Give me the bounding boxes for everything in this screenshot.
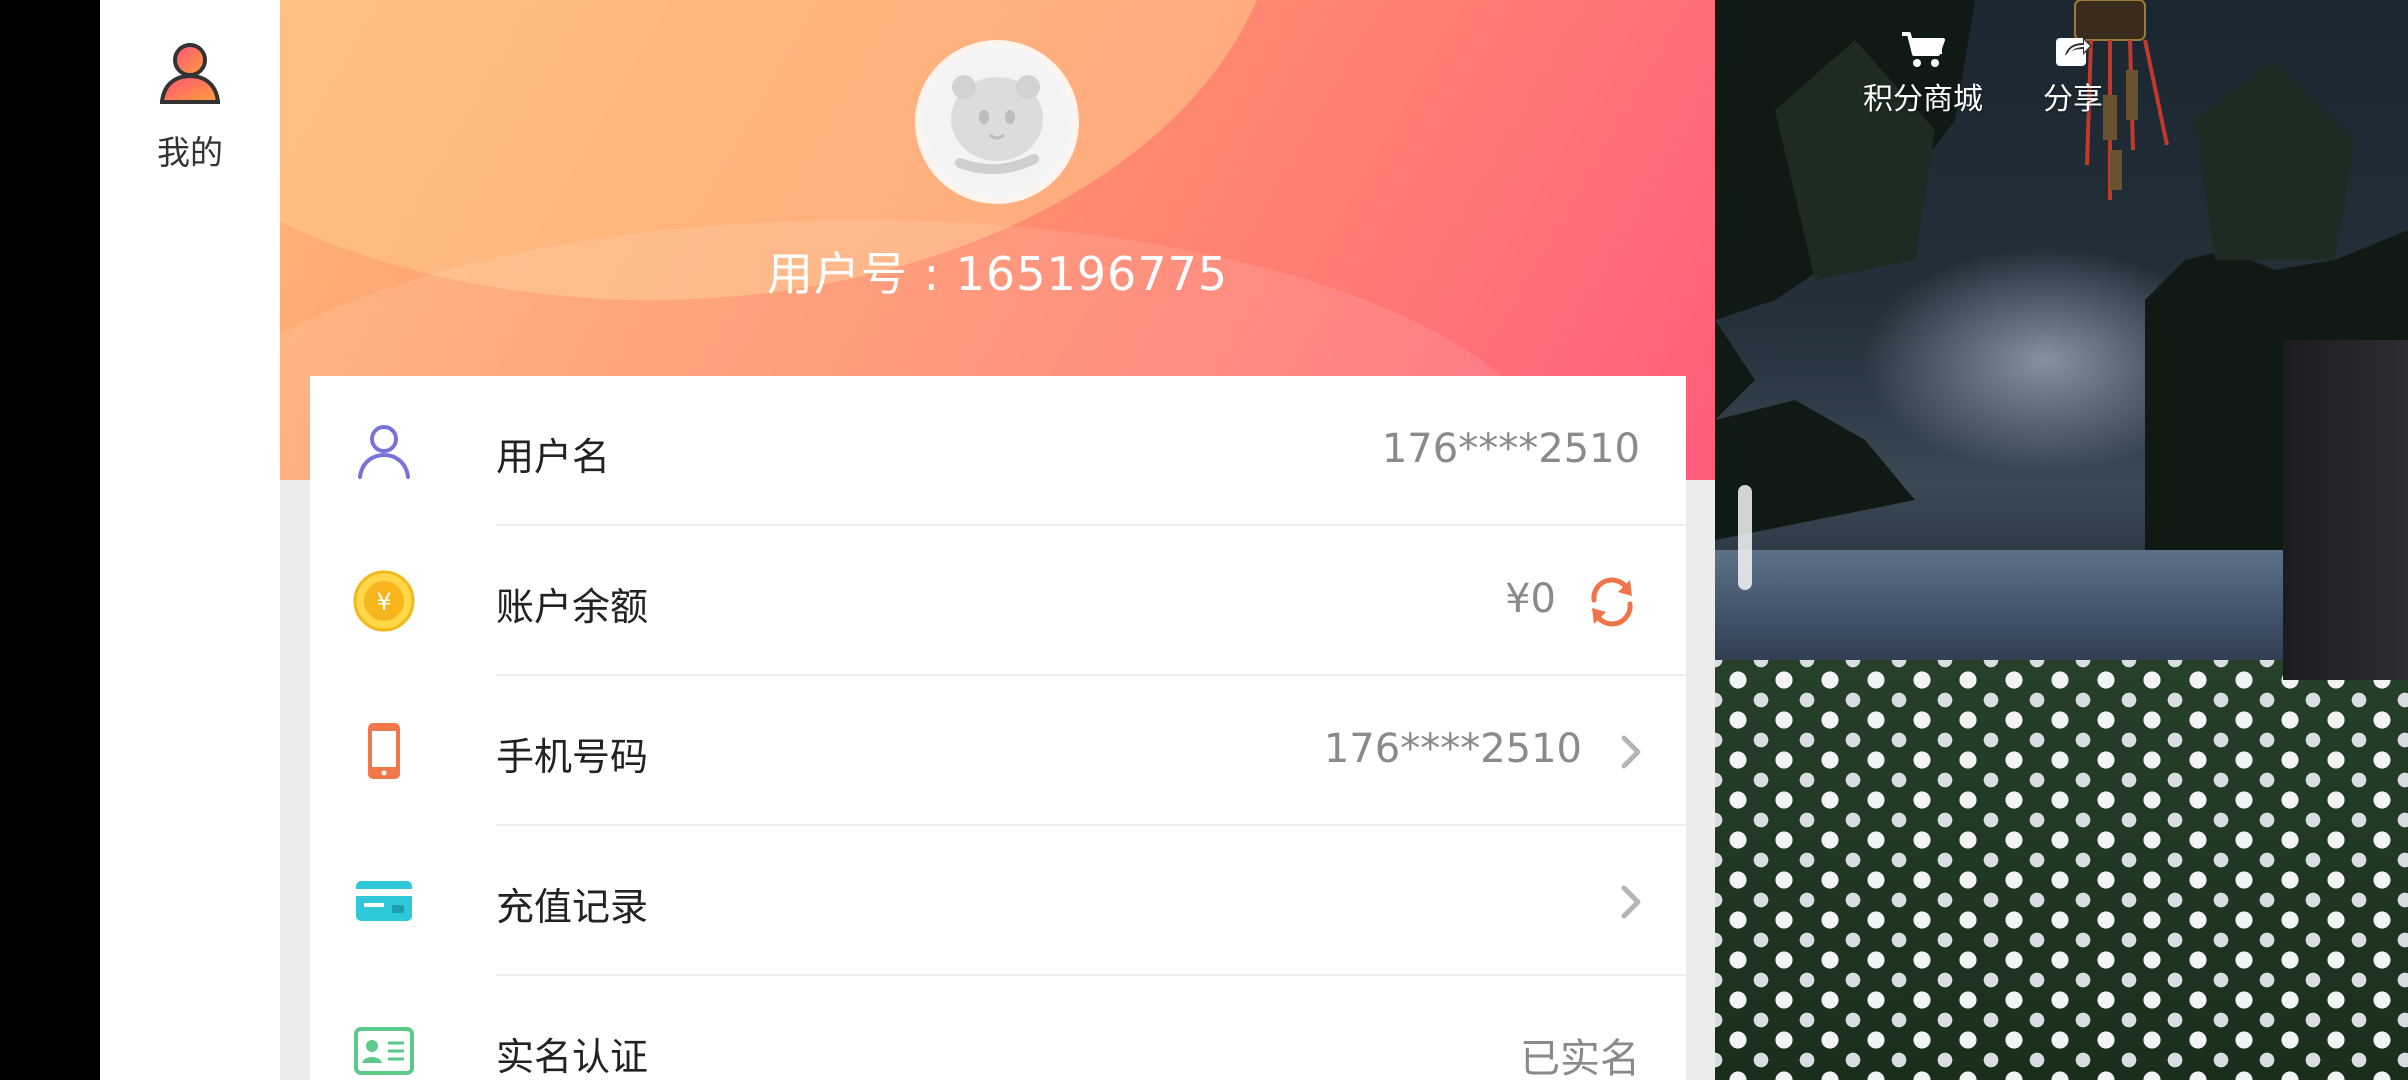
- row-phone[interactable]: 手机号码 176****2510: [310, 676, 1686, 826]
- flower-field: [1715, 660, 2408, 1080]
- row-recharge-records[interactable]: 充值记录: [310, 826, 1686, 976]
- side-nav: 我的: [100, 0, 280, 1080]
- balance-value: ¥0: [1505, 576, 1556, 622]
- user-id: 用户号 : 165196775: [766, 247, 1229, 301]
- user-outline-icon: [358, 425, 410, 479]
- share-label: 分享: [2043, 82, 2103, 117]
- chevron-right-icon: [1621, 885, 1641, 919]
- nav-item-label: 我的: [157, 133, 223, 172]
- account-card: 用户名 176****2510 ¥ 账户余额 ¥0 手机号码 176****25…: [310, 376, 1686, 1080]
- nav-item-mine[interactable]: 我的: [100, 36, 280, 174]
- account-panel: 用户号 : 165196775 用户名 176****2510 ¥ 账户余额 ¥…: [280, 0, 1715, 1080]
- row-username: 用户名 176****2510: [310, 376, 1686, 526]
- screen: 我的 用户号 : 165196775 用户名 176****2510 ¥ 账户余…: [0, 0, 2408, 1080]
- pavilion: [2283, 340, 2408, 680]
- points-mall-label: 积分商城: [1863, 82, 1983, 117]
- drag-handle[interactable]: [1738, 485, 1752, 590]
- row-value: 已实名: [1520, 1036, 1640, 1080]
- svg-text:¥: ¥: [376, 588, 391, 616]
- row-label: 账户余额: [496, 585, 649, 629]
- share-button[interactable]: 分享: [2043, 30, 2103, 118]
- points-mall-button[interactable]: 积分商城: [1863, 30, 1983, 118]
- coin-yen-icon: ¥: [353, 570, 415, 632]
- avatar[interactable]: [920, 45, 1074, 199]
- row-real-name: 实名认证 已实名: [310, 976, 1686, 1080]
- refresh-icon[interactable]: [1584, 574, 1640, 630]
- row-label: 手机号码: [496, 735, 649, 779]
- row-label: 用户名: [496, 435, 611, 479]
- id-card-icon: [354, 1027, 414, 1075]
- row-balance: ¥ 账户余额 ¥0: [310, 526, 1686, 676]
- row-label: 充值记录: [496, 885, 649, 929]
- row-value: 176****2510: [1323, 726, 1582, 772]
- chevron-right-icon: [1621, 735, 1641, 769]
- row-label: 实名认证: [496, 1035, 649, 1079]
- row-value: 176****2510: [1381, 426, 1640, 472]
- game-scene: 积分商城 分享: [1715, 0, 2408, 1080]
- left-bezel: [0, 0, 100, 1080]
- card-icon: [356, 881, 412, 921]
- avatar-image: [925, 50, 1069, 194]
- cart-icon: [1902, 32, 1945, 67]
- user-icon: [160, 43, 220, 104]
- phone-icon: [368, 723, 400, 779]
- share-icon: [2056, 37, 2092, 66]
